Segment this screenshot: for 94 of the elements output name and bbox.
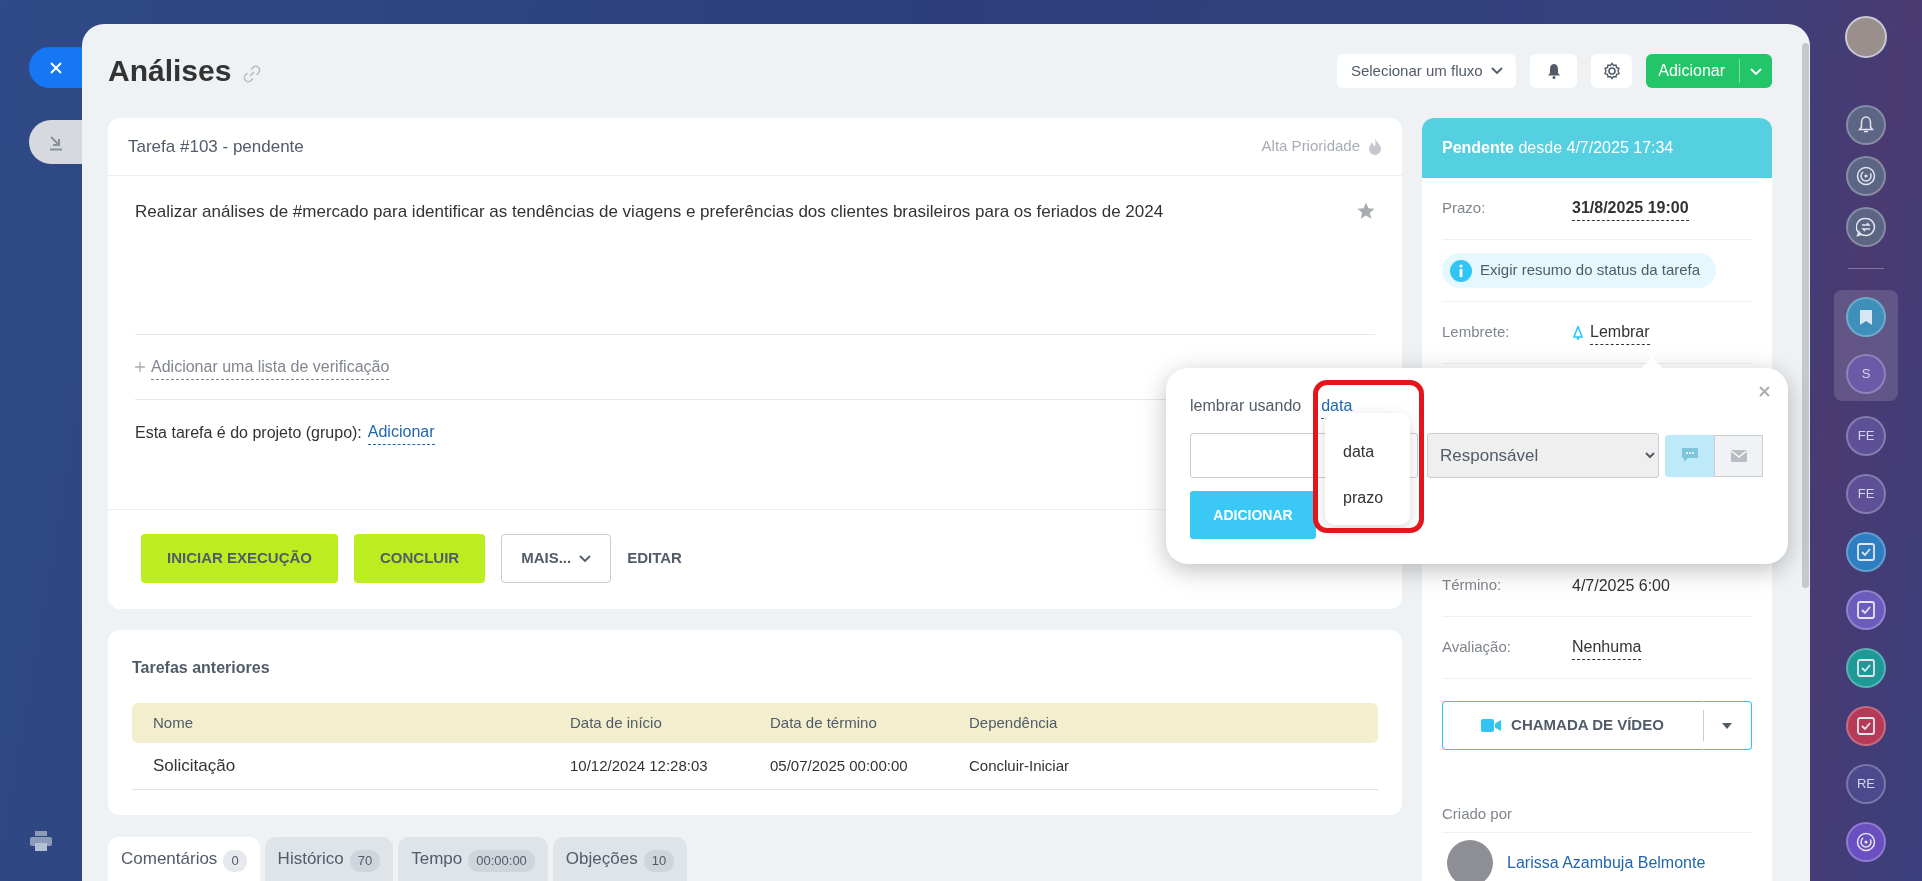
count-badge: 10: [643, 850, 675, 872]
field-label: Prazo:: [1442, 198, 1487, 219]
tab[interactable]: Tempo 00:00:00: [398, 837, 548, 881]
status-summary-notice[interactable]: Exigir resumo do status da tarefa: [1442, 253, 1717, 288]
field-value[interactable]: 31/8/2025 19:00: [1572, 196, 1689, 221]
bookmark-icon: [1860, 309, 1872, 325]
chat-icon: [1856, 217, 1876, 237]
project-link[interactable]: Adicionar: [367, 420, 435, 445]
settings-button[interactable]: [1591, 54, 1633, 88]
status-text: Pendente desde 4/7/2025 17:34: [1442, 138, 1674, 158]
project-label: Esta tarefa é do projeto (grupo):: [135, 422, 362, 443]
close-icon: [1759, 386, 1770, 397]
close-button[interactable]: [29, 47, 82, 88]
swirl-button[interactable]: [1846, 156, 1886, 196]
flow-select[interactable]: Selecionar um fluxo: [1337, 54, 1517, 88]
created-by-label: Criado por: [1442, 802, 1752, 833]
reminder-link[interactable]: Lembrar: [1590, 320, 1650, 345]
section-title: Tarefas anteriores: [132, 658, 271, 678]
tab[interactable]: Histórico 70: [264, 837, 394, 881]
menu-item[interactable]: prazo: [1325, 475, 1410, 521]
swirl-icon: [1856, 832, 1876, 852]
task-button[interactable]: [1846, 590, 1886, 630]
settings-icon: [1602, 62, 1621, 80]
contact-avatar[interactable]: S: [1846, 354, 1886, 394]
action-button[interactable]: CONCLUIR: [354, 534, 486, 583]
action-button[interactable]: INICIAR EXECUÇÃO: [141, 534, 338, 583]
envelope-icon: [1730, 449, 1747, 462]
contact-avatar[interactable]: RE: [1846, 764, 1886, 804]
chat-button[interactable]: [1846, 207, 1886, 247]
info-icon: [1450, 259, 1472, 282]
swirl-button[interactable]: [1846, 822, 1886, 862]
bell-icon: [1858, 116, 1874, 134]
tab[interactable]: Comentários 0: [108, 837, 260, 881]
close-icon: [48, 60, 63, 75]
printer-icon[interactable]: [30, 831, 52, 851]
checkbox-icon: [1857, 717, 1875, 735]
notifications-button[interactable]: [1530, 54, 1578, 88]
page-title: Análises: [108, 53, 232, 89]
plus-icon: [135, 362, 145, 372]
bookmark-button[interactable]: [1846, 297, 1886, 337]
field-value: 4/7/2025 6:00: [1572, 575, 1670, 596]
bell-icon: [1546, 63, 1561, 79]
dropdown-toggle-button[interactable]: [1702, 701, 1752, 750]
avatar-circle: [1447, 840, 1493, 881]
arrow-down-right-icon: [47, 133, 64, 151]
field-value[interactable]: Nenhuma: [1572, 635, 1642, 660]
caret-down-icon: [1722, 722, 1732, 729]
column-header: Data de início: [570, 712, 663, 733]
email-toggle[interactable]: [1714, 434, 1763, 477]
menu-item[interactable]: data: [1325, 429, 1410, 475]
scrollbar[interactable]: [1802, 43, 1809, 588]
table-cell-text: 10/12/2024 12:28:03: [570, 755, 709, 776]
edit-link[interactable]: EDITAR: [627, 547, 682, 570]
task-button[interactable]: [1846, 532, 1886, 572]
count-badge: 0: [223, 850, 247, 872]
chat-toggle[interactable]: [1665, 434, 1714, 477]
checklist-link[interactable]: Adicionar uma lista de verificação: [151, 354, 390, 380]
user-avatar[interactable]: [1845, 16, 1887, 58]
checkbox-icon: [1857, 659, 1875, 677]
chevron-down-icon: [1490, 67, 1503, 75]
video-call-button[interactable]: CHAMADA DE VÍDEO: [1442, 701, 1702, 750]
task-heading: Tarefa #103 - pendente: [128, 135, 304, 158]
camera-icon: [1481, 719, 1502, 732]
task-button[interactable]: [1846, 706, 1886, 746]
table-cell-text: 05/07/2025 00:00:00: [770, 755, 909, 776]
count-badge: 00:00:00: [468, 850, 535, 872]
checkbox-icon: [1857, 601, 1875, 619]
field-label: Lembrete:: [1442, 322, 1511, 343]
reminder-prefix: lembrar usando: [1190, 396, 1302, 416]
field-label: Término:: [1442, 575, 1503, 596]
contact-avatar[interactable]: FE: [1846, 474, 1886, 514]
tab[interactable]: Objeções 10: [552, 837, 688, 881]
task-button[interactable]: [1846, 648, 1886, 688]
star-icon[interactable]: [1357, 202, 1375, 220]
contact-avatar[interactable]: FE: [1846, 416, 1886, 456]
count-badge: 70: [349, 850, 381, 872]
table-cell-text: Concluir-Iniciar: [969, 755, 1071, 776]
notifications-button[interactable]: [1846, 105, 1886, 145]
checkbox-icon: [1857, 543, 1875, 561]
column-header: Nome: [152, 712, 194, 733]
more-button[interactable]: MAIS...: [501, 534, 612, 583]
chevron-down-icon: [579, 554, 592, 563]
column-header: Dependência: [969, 712, 1059, 733]
chat-icon: [1681, 448, 1698, 463]
column-header: Data de término: [770, 712, 878, 733]
bell-icon: [1572, 325, 1584, 340]
chevron-down-icon: [1750, 67, 1762, 76]
recipient-select[interactable]: Responsável: [1427, 433, 1659, 478]
field-label: Avaliação:: [1442, 637, 1512, 658]
collapse-button[interactable]: [29, 120, 82, 164]
swirl-icon: [1856, 166, 1876, 186]
task-description: Realizar análises de #mercado para identificar as tendências de viagens e preferências dos clientes brasileiros para os feriados de 2024: [135, 201, 1165, 223]
table-cell-text: Solicitação: [152, 755, 237, 778]
creator-link[interactable]: Larissa Azambuja Belmonte: [1507, 851, 1706, 875]
